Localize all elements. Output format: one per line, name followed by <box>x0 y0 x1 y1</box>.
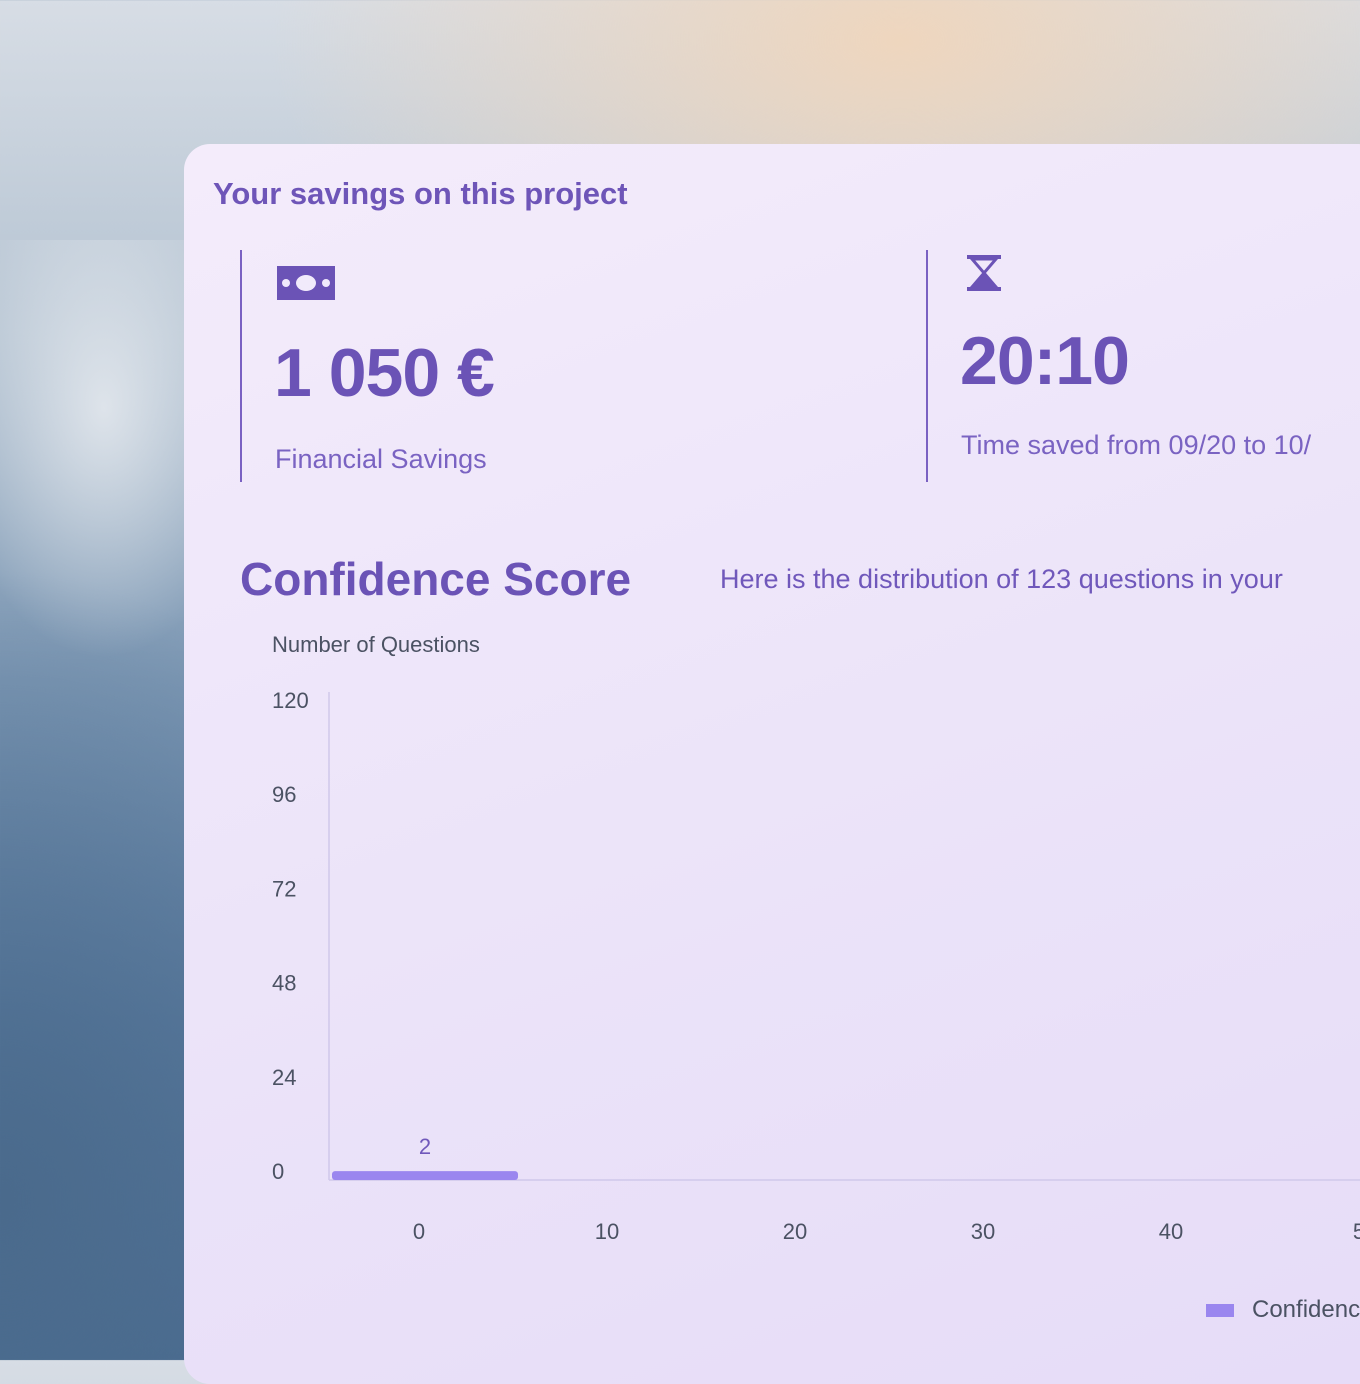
confidence-score-chart: 120 96 72 48 24 0 0 10 20 30 40 5 2 <box>272 688 1360 1244</box>
x-tick-label: 20 <box>783 1219 807 1244</box>
y-tick-label: 0 <box>272 1159 284 1184</box>
bar <box>332 1171 518 1180</box>
legend-swatch <box>1206 1304 1234 1317</box>
x-tick-label: 40 <box>1159 1219 1183 1244</box>
legend-label: Confidenc <box>1252 1296 1360 1323</box>
x-tick-label: 5 <box>1353 1219 1360 1244</box>
y-tick-label: 72 <box>272 876 296 901</box>
y-tick-label: 120 <box>272 688 309 713</box>
y-tick-label: 48 <box>272 971 296 996</box>
y-tick-label: 24 <box>272 1065 296 1090</box>
savings-card: Your savings on this project 1 050 € Fin… <box>184 144 1360 1384</box>
bar-data-label: 2 <box>419 1134 431 1159</box>
x-tick-label: 10 <box>595 1219 619 1244</box>
x-tick-label: 0 <box>413 1219 425 1244</box>
y-tick-label: 96 <box>272 782 296 807</box>
x-tick-label: 30 <box>971 1219 995 1244</box>
